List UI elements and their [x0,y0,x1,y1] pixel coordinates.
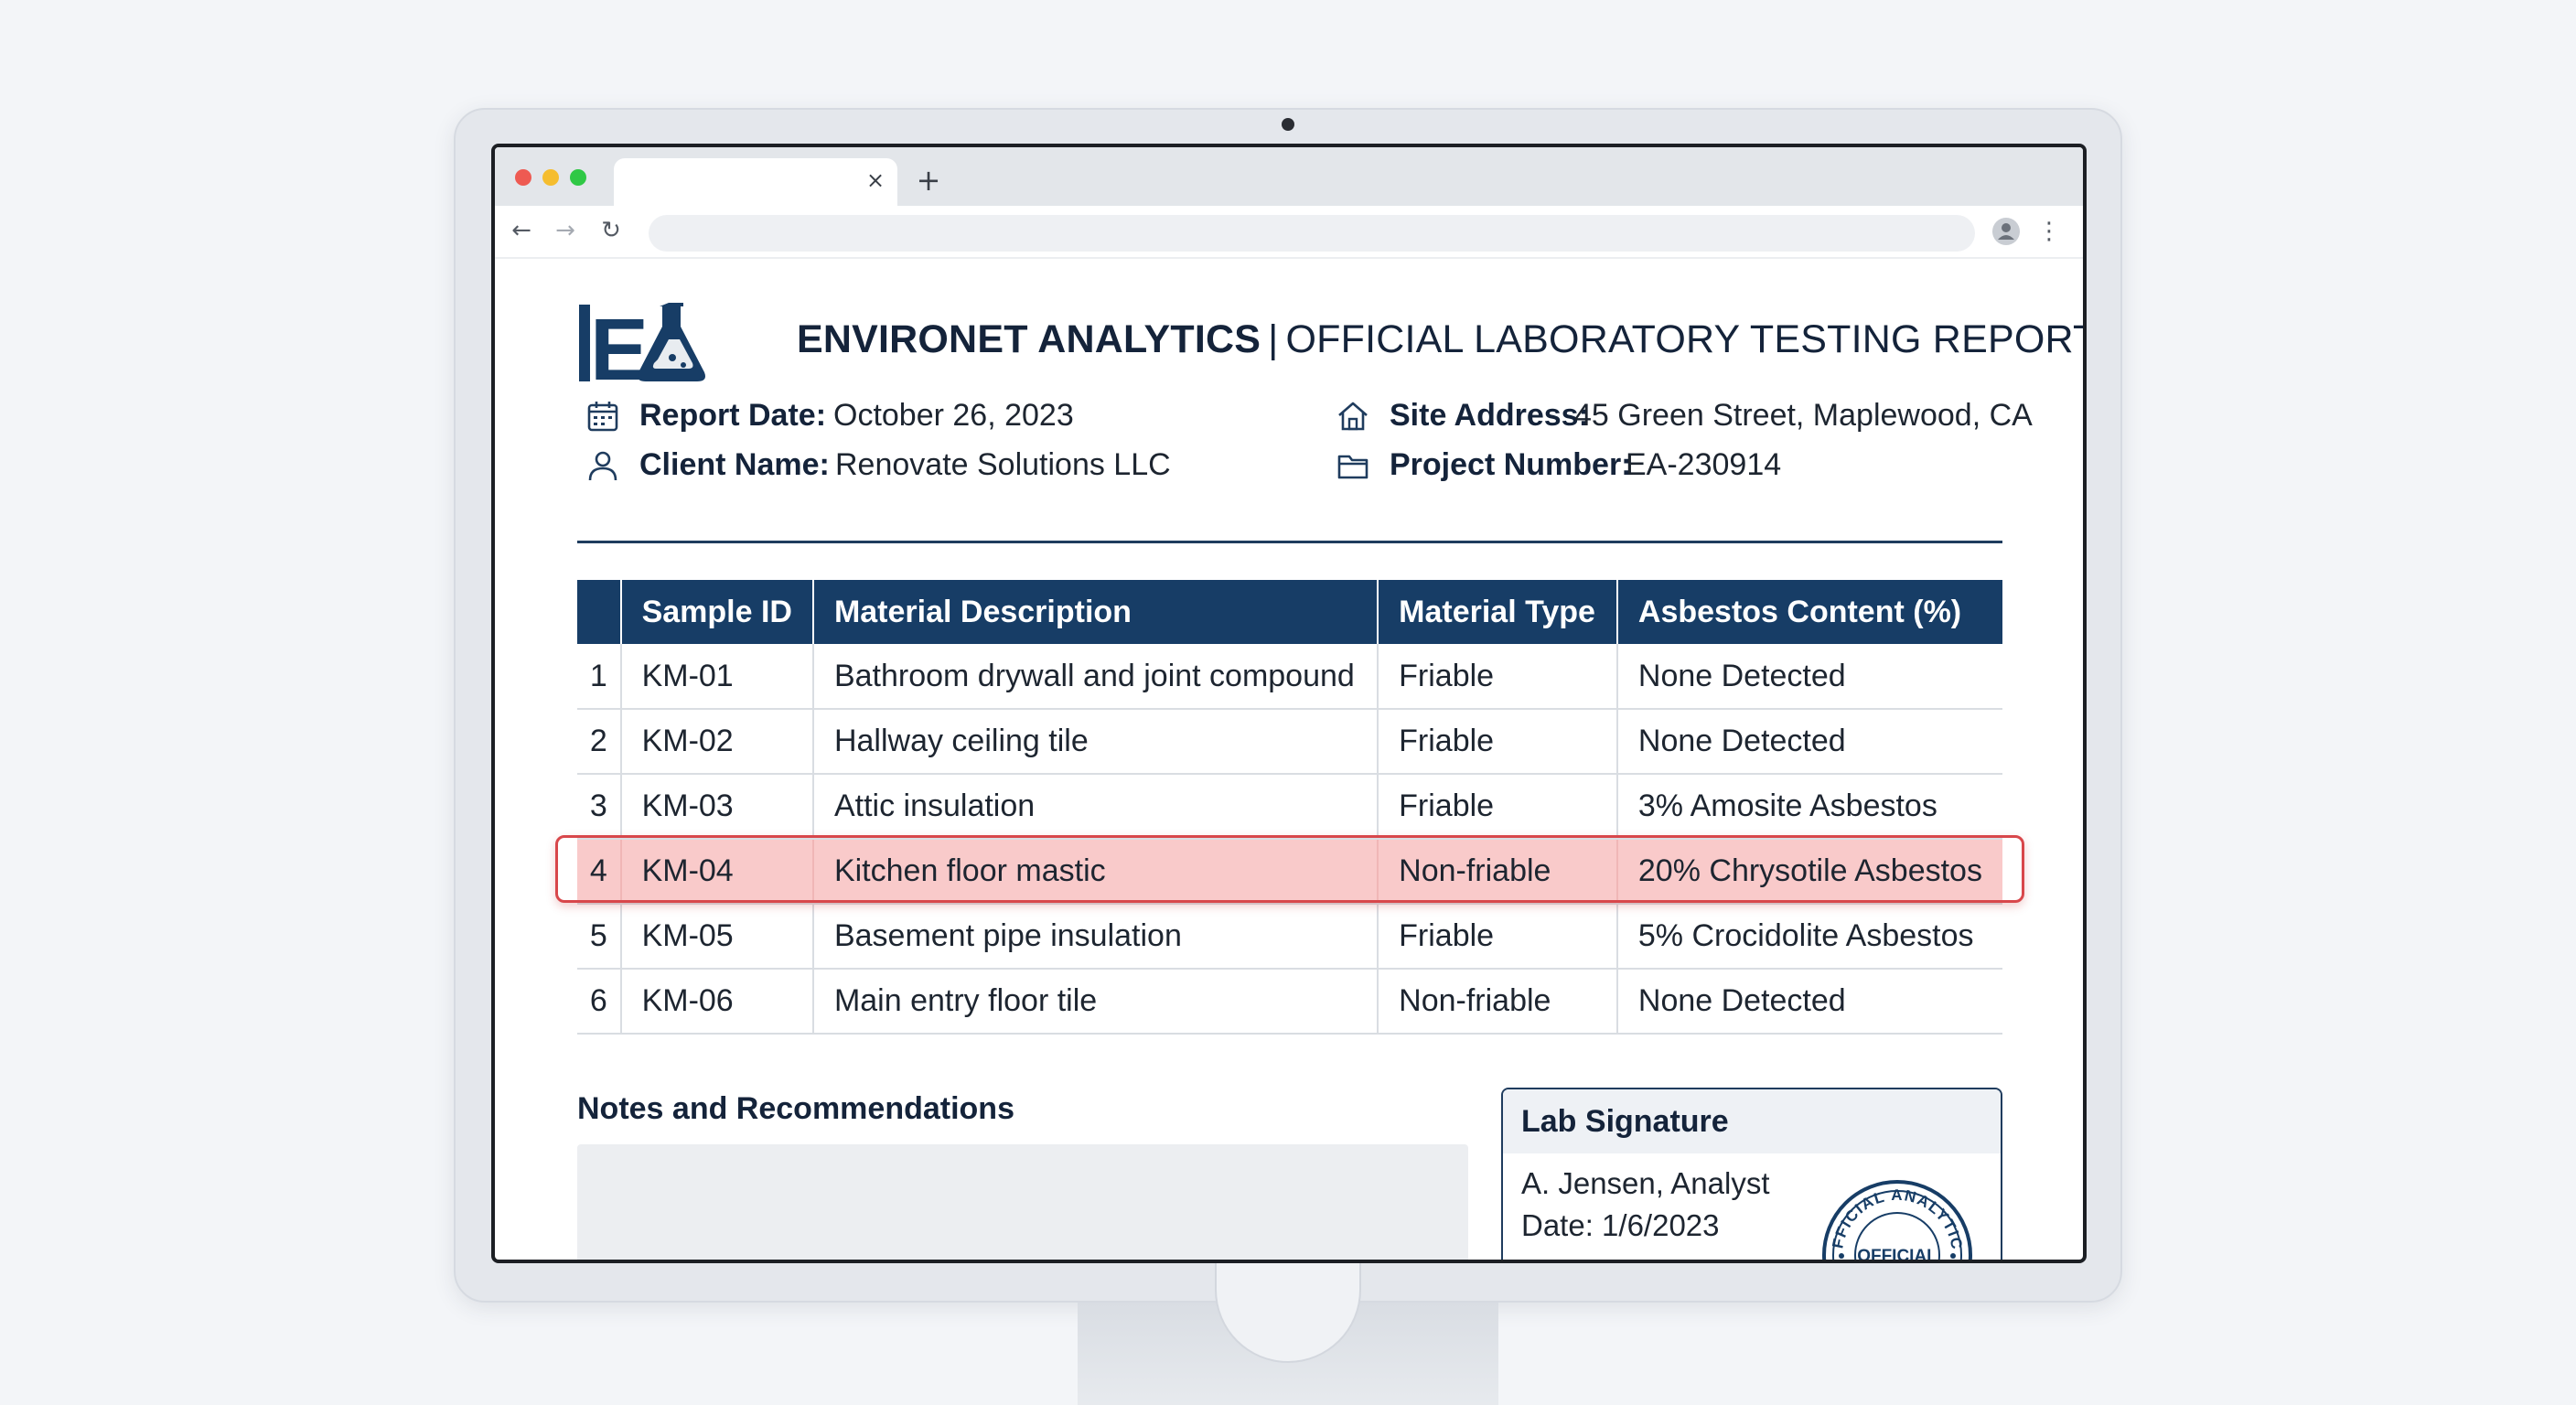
calendar-icon [587,402,618,432]
home-icon [1338,402,1368,431]
row-number: 1 [577,644,622,710]
site-address-item: Site Address: 45 Green Street, Maplewood… [1336,398,2033,438]
site-address-value: 45 Green Street, Maplewood, CA [1574,398,2033,433]
column-header-material-type: Material Type [1378,580,1618,644]
sample-id-cell: KM-03 [620,774,814,840]
asbestos-content-cell: None Detected [1616,969,2002,1035]
window-close-button[interactable] [515,169,531,186]
sample-id-cell: KM-04 [620,839,814,905]
screen: × + ← → ↻ ⋮ E ENVIRONET ANALYTICS | OFFICI… [491,144,2087,1263]
material-type-cell: Non-friable [1378,969,1618,1035]
highlighted-table-row: 4 KM-04 Kitchen floor mastic Non-friable… [577,839,2002,905]
row-number: 6 [577,969,622,1035]
browser-tab-bar: × + [495,147,2083,206]
client-name-label: Client Name: [639,447,830,482]
asbestos-content-cell: None Detected [1616,709,2002,775]
window-minimize-button[interactable] [542,169,559,186]
material-type-cell: Non-friable [1378,839,1618,905]
report-date-item: Report Date: October 26, 2023 [586,398,1172,438]
report-title: ENVIRONET ANALYTICS | OFFICIAL LABORATORY … [797,317,2083,362]
reload-icon[interactable]: ↻ [597,217,625,244]
company-name: ENVIRONET ANALYTICS [797,317,1261,361]
header-divider [577,541,2002,543]
back-arrow-icon[interactable]: ← [508,217,535,244]
profile-icon[interactable] [1991,217,2021,246]
client-name-value: Renovate Solutions LLC [835,447,1171,482]
asbestos-content-cell: 5% Crocidolite Asbestos [1616,904,2002,970]
asbestos-content-cell: 3% Amosite Asbestos [1616,774,2002,840]
project-number-value: EA-230914 [1626,447,1782,482]
sample-id-cell: KM-06 [620,969,814,1035]
sample-id-cell: KM-05 [620,904,814,970]
forward-arrow-icon[interactable]: → [552,217,579,244]
row-number: 4 [577,839,622,905]
report-date-value: October 26, 2023 [833,398,1074,433]
material-description-cell: Hallway ceiling tile [812,709,1379,775]
project-number-label: Project Number: [1390,447,1632,482]
address-bar[interactable] [649,215,1975,252]
sample-id-cell: KM-02 [620,709,814,775]
material-description-cell: Kitchen floor mastic [812,839,1379,905]
window-maximize-button[interactable] [570,169,586,186]
project-number-item: Project Number: EA-230914 [1336,447,2013,488]
browser-toolbar: ← → ↻ ⋮ [495,206,2083,259]
site-address-label: Site Address: [1390,398,1589,433]
sample-id-cell: KM-01 [620,644,814,710]
material-description-cell: Bathroom drywall and joint compound [812,644,1379,710]
close-icon[interactable]: × [864,169,886,191]
browser-tab[interactable]: × [614,158,897,206]
table-row: 1 KM-01 Bathroom drywall and joint compo… [577,644,2002,710]
client-name-item: Client Name: Renovate Solutions LLC [586,447,1172,488]
material-type-cell: Friable [1378,644,1618,710]
column-header-asbestos-content: Asbestos Content (%) [1616,580,2002,644]
folder-icon [1337,455,1368,479]
table-header-row: Sample ID Material Description Material … [577,580,2002,644]
report-document: E ENVIRONET ANALYTICS | OFFICIAL LABORATOR… [495,259,2083,1263]
results-table: Sample ID Material Description Material … [577,580,2002,1035]
new-tab-button[interactable]: + [914,166,943,195]
table-row: 6 KM-06 Main entry floor tile Non-friabl… [577,969,2002,1035]
report-date-label: Report Date: [639,398,827,433]
material-description-cell: Basement pipe insulation [812,904,1379,970]
report-type: OFFICIAL LABORATORY TESTING REPORT [1285,317,2087,361]
asbestos-content-cell: 20% Chrysotile Asbestos [1616,839,2002,905]
table-row: 5 KM-05 Basement pipe insulation Friable… [577,904,2002,970]
stamp-band-text: OFFICIAL [1857,1247,1937,1263]
material-type-cell: Friable [1378,774,1618,840]
row-number: 3 [577,774,622,840]
company-logo: E [579,301,705,385]
stamp-arc-text: OFFICIAL ANALYTICS [1819,1177,1966,1251]
notes-heading: Notes and Recommendations [577,1091,1014,1126]
material-description-cell: Attic insulation [812,774,1379,840]
signature-date: Date: 1/6/2023 [1521,1208,1720,1242]
camera-dot [1282,118,1294,131]
column-header-sample-id: Sample ID [620,580,814,644]
title-separator: | [1268,317,1279,361]
table-row: 3 KM-03 Attic insulation Friable 3% Amos… [577,774,2002,840]
more-menu-icon[interactable]: ⋮ [2037,217,2061,246]
column-header-material-description: Material Description [812,580,1379,644]
row-number: 2 [577,709,622,775]
material-type-cell: Friable [1378,904,1618,970]
signature-heading: Lab Signature [1503,1089,2001,1153]
material-description-cell: Main entry floor tile [812,969,1379,1035]
official-stamp: OFFICIAL ANALYTICS OFFICIAL [1819,1177,1972,1263]
row-number: 5 [577,904,622,970]
lab-signature-card: Lab Signature A. Jensen, Analyst Date: 1… [1501,1088,2002,1263]
table-row: 2 KM-02 Hallway ceiling tile Friable Non… [577,709,2002,775]
user-icon [588,451,617,481]
analyst-name: A. Jensen, Analyst [1521,1166,1770,1200]
notes-text-area[interactable] [577,1144,1468,1260]
material-type-cell: Friable [1378,709,1618,775]
asbestos-content-cell: None Detected [1616,644,2002,710]
column-header-index [577,580,622,644]
